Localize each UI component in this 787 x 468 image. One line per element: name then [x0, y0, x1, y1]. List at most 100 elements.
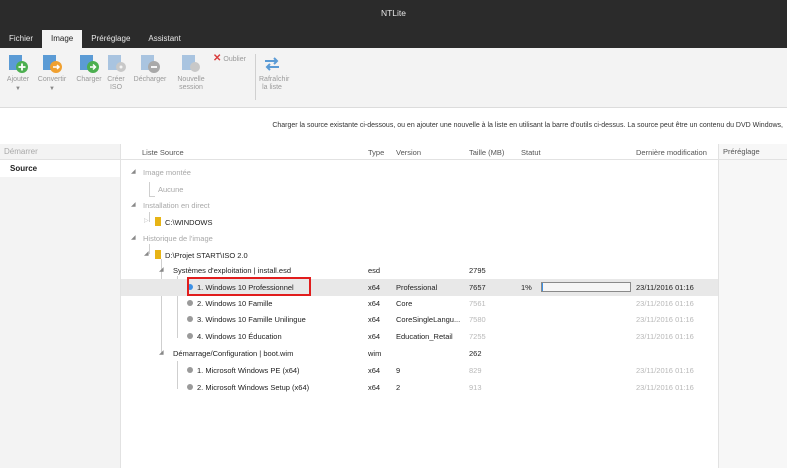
image-row-windows-setup[interactable]: 2. Microsoft Windows Setup (x64) x64 2 9…: [121, 379, 718, 396]
source-list: Liste Source Type Version Taille (MB) St…: [121, 144, 718, 468]
collapse-arrow-icon[interactable]: ◢: [144, 250, 149, 257]
cell-status: 1%: [521, 283, 532, 292]
left-navigation: Démarrer Source: [0, 144, 121, 468]
image-row-windows-pe[interactable]: 1. Microsoft Windows PE (x64) x64 9 829 …: [121, 362, 718, 379]
image-name: 2. Windows 10 Famille: [197, 299, 273, 308]
unloaded-status-icon: [187, 300, 193, 306]
ajouter-dropdown-icon[interactable]: ▼: [6, 85, 30, 93]
unloaded-status-icon: [187, 316, 193, 322]
oublier-label: Oublier: [223, 55, 246, 63]
node-label: Installation en direct: [143, 201, 210, 210]
cell-modified: 23/11/2016 01:16: [636, 383, 694, 392]
cell-version: 9: [396, 366, 401, 375]
cell-size: 7580: [469, 315, 486, 324]
cell-type: x64: [368, 366, 381, 375]
cell-size: 7255: [469, 332, 486, 341]
node-label: Image montée: [143, 168, 191, 177]
col-version[interactable]: Version: [396, 148, 421, 157]
cell-type: x64: [368, 315, 381, 324]
image-row-windows-10-famille[interactable]: 2. Windows 10 Famille x64 Core 7561 23/1…: [121, 295, 718, 312]
node-label: Historique de l'image: [143, 234, 213, 243]
refresh-icon: [265, 57, 279, 71]
charger-button[interactable]: Charger: [75, 52, 103, 84]
cell-version: Core: [396, 299, 413, 308]
image-name: 1. Microsoft Windows PE (x64): [197, 366, 300, 375]
nouvelle-session-button[interactable]: Nouvelle session: [171, 52, 211, 92]
rafraichir-button[interactable]: Rafraîchir la liste: [259, 52, 289, 92]
tab-assistant[interactable]: Assistant: [139, 30, 189, 48]
cell-type: wim: [368, 349, 382, 358]
cell-type: x64: [368, 332, 381, 341]
cell-modified: 23/11/2016 01:16: [636, 299, 694, 308]
nav-item-source[interactable]: Source: [0, 160, 120, 177]
ribbon-toolbar: Ajouter ▼ Convertir ▼ Charger Créer ISO …: [0, 48, 787, 108]
expand-arrow-icon[interactable]: ▷: [144, 217, 149, 224]
nav-heading[interactable]: Démarrer: [0, 144, 120, 160]
new-session-icon: [182, 55, 200, 72]
col-derniere-modification[interactable]: Dernière modification: [636, 148, 707, 157]
cell-type: esd: [368, 266, 381, 275]
cell-version: Education_Retail: [396, 332, 453, 341]
image-name: 2. Microsoft Windows Setup (x64): [197, 383, 310, 392]
cell-size: 829: [469, 366, 482, 375]
collapse-arrow-icon[interactable]: ◢: [159, 349, 164, 356]
collapse-arrow-icon[interactable]: ◢: [131, 201, 136, 208]
decharger-button[interactable]: Décharger: [132, 52, 168, 84]
tree-node-windows-folder[interactable]: ▷ C:\WINDOWS: [121, 213, 718, 230]
info-text: Charger la source existante ci-dessous, …: [272, 122, 783, 129]
rafraichir-label: Rafraîchir la liste: [259, 76, 290, 91]
tree-node-historique[interactable]: ◢ Historique de l'image: [121, 230, 718, 247]
folder-icon: [155, 250, 161, 259]
node-label: Aucune: [158, 185, 184, 194]
ribbon-tabs: Fichier Image Préréglage Assistant: [0, 30, 190, 48]
tab-image[interactable]: Image: [42, 30, 83, 48]
tree-node-projet-folder[interactable]: ◢ D:\Projet START\ISO 2.0: [121, 246, 718, 263]
convertir-button[interactable]: Convertir ▼: [37, 52, 67, 93]
col-liste-source[interactable]: Liste Source: [142, 148, 184, 157]
node-label: D:\Projet START\ISO 2.0: [165, 251, 248, 260]
create-iso-icon: [108, 55, 126, 72]
tree-node-aucune: Aucune: [121, 181, 718, 198]
node-label: Démarrage/Configuration | boot.wim: [173, 349, 294, 358]
unloaded-status-icon: [187, 384, 193, 390]
column-headers: Liste Source Type Version Taille (MB) St…: [121, 144, 718, 160]
progress-bar: [541, 282, 631, 292]
unloaded-status-icon: [187, 367, 193, 373]
collapse-arrow-icon[interactable]: ◢: [131, 234, 136, 241]
creer-iso-label: Créer ISO: [107, 76, 125, 91]
tree-node-boot-wim[interactable]: ◢ Démarrage/Configuration | boot.wim wim…: [121, 345, 718, 362]
image-row-windows-10-education[interactable]: 4. Windows 10 Éducation x64 Education_Re…: [121, 328, 718, 345]
tree-node-installation-en-direct[interactable]: ◢ Installation en direct: [121, 197, 718, 214]
col-statut[interactable]: Statut: [521, 148, 541, 157]
add-image-icon: [9, 55, 28, 73]
tree-node-image-montee[interactable]: ◢ Image montée: [121, 164, 718, 181]
col-type[interactable]: Type: [368, 148, 384, 157]
collapse-arrow-icon[interactable]: ◢: [159, 266, 164, 273]
convertir-label: Convertir: [37, 76, 67, 83]
forget-x-icon: ✕: [213, 53, 222, 64]
info-bar: Charger la source existante ci-dessous, …: [0, 108, 787, 144]
cell-version: 2: [396, 383, 401, 392]
window-title: NTLite: [380, 8, 407, 18]
cell-modified: 23/11/2016 01:16: [636, 283, 694, 292]
tab-prereglage[interactable]: Préréglage: [82, 30, 139, 48]
node-label: C:\WINDOWS: [165, 218, 213, 227]
collapse-arrow-icon[interactable]: ◢: [131, 168, 136, 175]
unloaded-status-icon: [187, 333, 193, 339]
col-taille[interactable]: Taille (MB): [469, 148, 504, 157]
image-name: 4. Windows 10 Éducation: [197, 332, 282, 341]
image-row-windows-10-famille-unilingue[interactable]: 3. Windows 10 Famille Unilingue x64 Core…: [121, 311, 718, 328]
preset-panel: Préréglage: [718, 144, 787, 468]
ajouter-button[interactable]: Ajouter ▼: [6, 52, 30, 93]
folder-icon: [155, 217, 161, 226]
cell-version: CoreSingleLangu...: [396, 315, 461, 324]
convertir-dropdown-icon[interactable]: ▼: [37, 85, 67, 93]
load-image-icon: [80, 55, 99, 73]
cell-size: 7657: [469, 283, 486, 292]
oublier-button[interactable]: ✕ Oublier: [213, 53, 246, 64]
selection-highlight-box: [187, 277, 311, 296]
cell-size: 262: [469, 349, 482, 358]
tab-fichier[interactable]: Fichier: [0, 30, 42, 48]
creer-iso-button[interactable]: Créer ISO: [106, 52, 126, 92]
cell-type: x64: [368, 383, 381, 392]
